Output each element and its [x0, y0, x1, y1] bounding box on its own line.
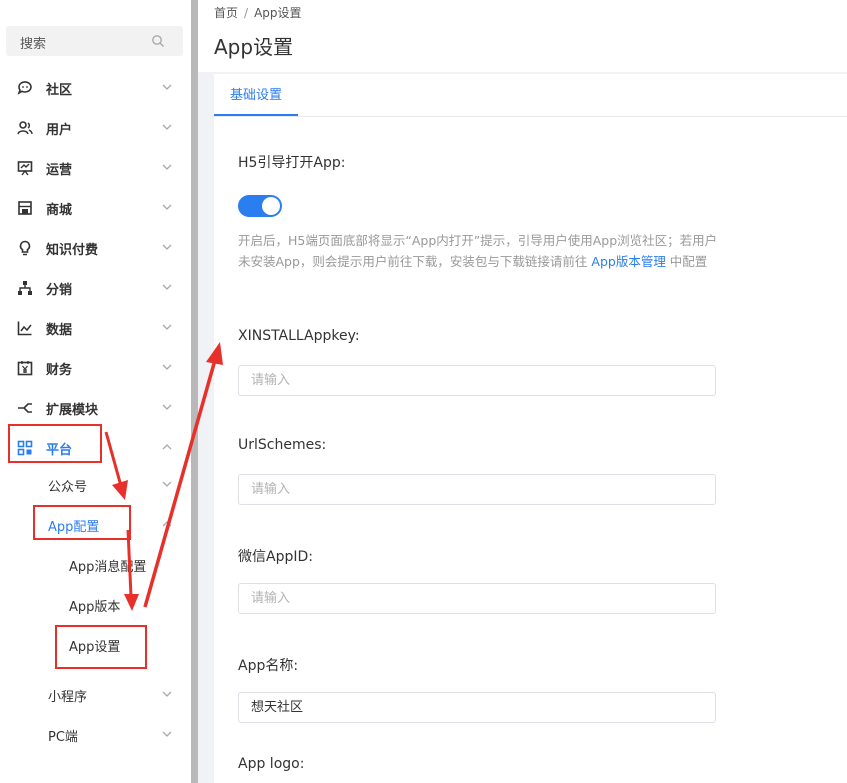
chevron-down-icon: [162, 204, 172, 210]
presentation-icon: [17, 161, 33, 176]
sidebar-item-data[interactable]: 数据: [0, 308, 191, 348]
sidebar-item-label: 分销: [46, 283, 73, 298]
search-box[interactable]: 搜索: [6, 26, 183, 56]
chevron-down-icon: [162, 481, 172, 487]
main-content: 首页 / App设置 App设置 基础设置 H5引导打开App: 开启后，H5端页面…: [198, 0, 847, 783]
sidebar-item-community[interactable]: 社区: [0, 68, 191, 108]
sidebar-item-operations[interactable]: 运营: [0, 148, 191, 188]
chat-icon: [17, 81, 32, 95]
breadcrumb-separator: /: [244, 6, 249, 20]
breadcrumb: 首页 / App设置: [214, 4, 302, 21]
sidebar-item-distribution[interactable]: 分销: [0, 268, 191, 308]
tab-bar: 基础设置: [214, 74, 847, 117]
sidebar-item-finance[interactable]: 财务: [0, 348, 191, 388]
app-name-input[interactable]: 想天社区: [238, 692, 716, 723]
sidebar-item-label: 用户: [46, 123, 73, 138]
xinstall-appkey-label: XINSTALLAppkey:: [238, 328, 360, 344]
breadcrumb-home[interactable]: 首页: [214, 6, 238, 20]
chevron-down-icon: [162, 124, 172, 130]
sidebar-item-users[interactable]: 用户: [0, 108, 191, 148]
wechat-appid-input[interactable]: 请输入: [238, 583, 716, 614]
h5-open-app-toggle[interactable]: [238, 195, 282, 217]
sidebar-item-label: 社区: [46, 83, 73, 98]
chevron-down-icon: [162, 691, 172, 697]
chevron-down-icon: [162, 731, 172, 737]
search-icon: [152, 35, 164, 47]
annotation-box-app-settings: [55, 625, 147, 669]
xinstall-appkey-input[interactable]: 请输入: [238, 365, 716, 396]
urlschemes-label: UrlSchemes:: [238, 437, 327, 453]
app-logo-label: App logo:: [238, 756, 305, 772]
sidebar-sub-label: PC端: [48, 730, 78, 745]
sidebar-sub-label: 小程序: [48, 690, 88, 705]
sidebar-item-extensions[interactable]: 扩展模块: [0, 388, 191, 428]
sidebar-item-label: 扩展模块: [46, 403, 99, 418]
sidebar-item-label: 商城: [46, 203, 73, 218]
help-text-suffix: 中配置: [665, 254, 708, 269]
sidebar-item-label: 知识付费: [46, 243, 99, 258]
chevron-up-icon: [162, 444, 172, 450]
sidebar-sub-mini-program[interactable]: 小程序: [0, 675, 191, 715]
users-icon: [17, 121, 33, 135]
chevron-down-icon: [162, 284, 172, 290]
sidebar-sub-label: App版本: [69, 600, 121, 615]
chevron-down-icon: [162, 164, 172, 170]
app-name-label: App名称:: [238, 658, 299, 674]
help-text: 开启后，H5端页面底部将显示“App内打开”提示，引导用户使用App浏览社区；若…: [238, 230, 718, 272]
sidebar-item-label: 数据: [46, 323, 73, 338]
extension-icon: [18, 403, 32, 413]
settings-panel: 基础设置 H5引导打开App: 开启后，H5端页面底部将显示“App内打开”提示…: [214, 74, 847, 783]
sidebar-item-knowledge[interactable]: 知识付费: [0, 228, 191, 268]
sidebar-item-mall[interactable]: 商城: [0, 188, 191, 228]
urlschemes-input[interactable]: 请输入: [238, 474, 716, 505]
sidebar-sub-gongzhonghao[interactable]: 公众号: [0, 465, 191, 505]
wechat-appid-label: 微信AppID:: [238, 549, 313, 565]
chart-icon: [17, 321, 32, 336]
chevron-up-icon: [162, 521, 172, 527]
chevron-down-icon: [162, 364, 172, 370]
breadcrumb-current: App设置: [254, 6, 302, 20]
toggle-knob: [262, 197, 280, 215]
hierarchy-icon: [18, 281, 32, 295]
search-input[interactable]: 搜索: [20, 33, 46, 52]
lightbulb-icon: [19, 240, 31, 256]
sidebar-sub-app-msg-config[interactable]: App消息配置: [0, 545, 191, 585]
annotation-box-app-config: [33, 505, 131, 540]
chevron-down-icon: [162, 324, 172, 330]
sidebar-sub-label: 公众号: [48, 480, 88, 495]
yuan-calendar-icon: [17, 361, 33, 376]
sidebar-sub-app-version[interactable]: App版本: [0, 585, 191, 625]
h5-open-app-label: H5引导打开App:: [238, 155, 346, 171]
sidebar-item-label: 财务: [46, 363, 73, 378]
page-title: App设置: [214, 35, 294, 59]
sidebar-sub-pc[interactable]: PC端: [0, 715, 191, 755]
annotation-box-platform: [8, 424, 102, 463]
chevron-down-icon: [162, 244, 172, 250]
sidebar-sub-label: App消息配置: [69, 560, 147, 575]
app-version-manage-link[interactable]: App版本管理: [591, 254, 665, 269]
sidebar-scrollbar[interactable]: [191, 0, 198, 783]
page-header: 首页 / App设置 App设置: [198, 0, 847, 72]
sidebar-item-label: 运营: [46, 163, 73, 178]
store-icon: [18, 201, 32, 215]
tab-basic-settings[interactable]: 基础设置: [214, 74, 299, 116]
chevron-down-icon: [162, 84, 172, 90]
chevron-down-icon: [162, 404, 172, 410]
